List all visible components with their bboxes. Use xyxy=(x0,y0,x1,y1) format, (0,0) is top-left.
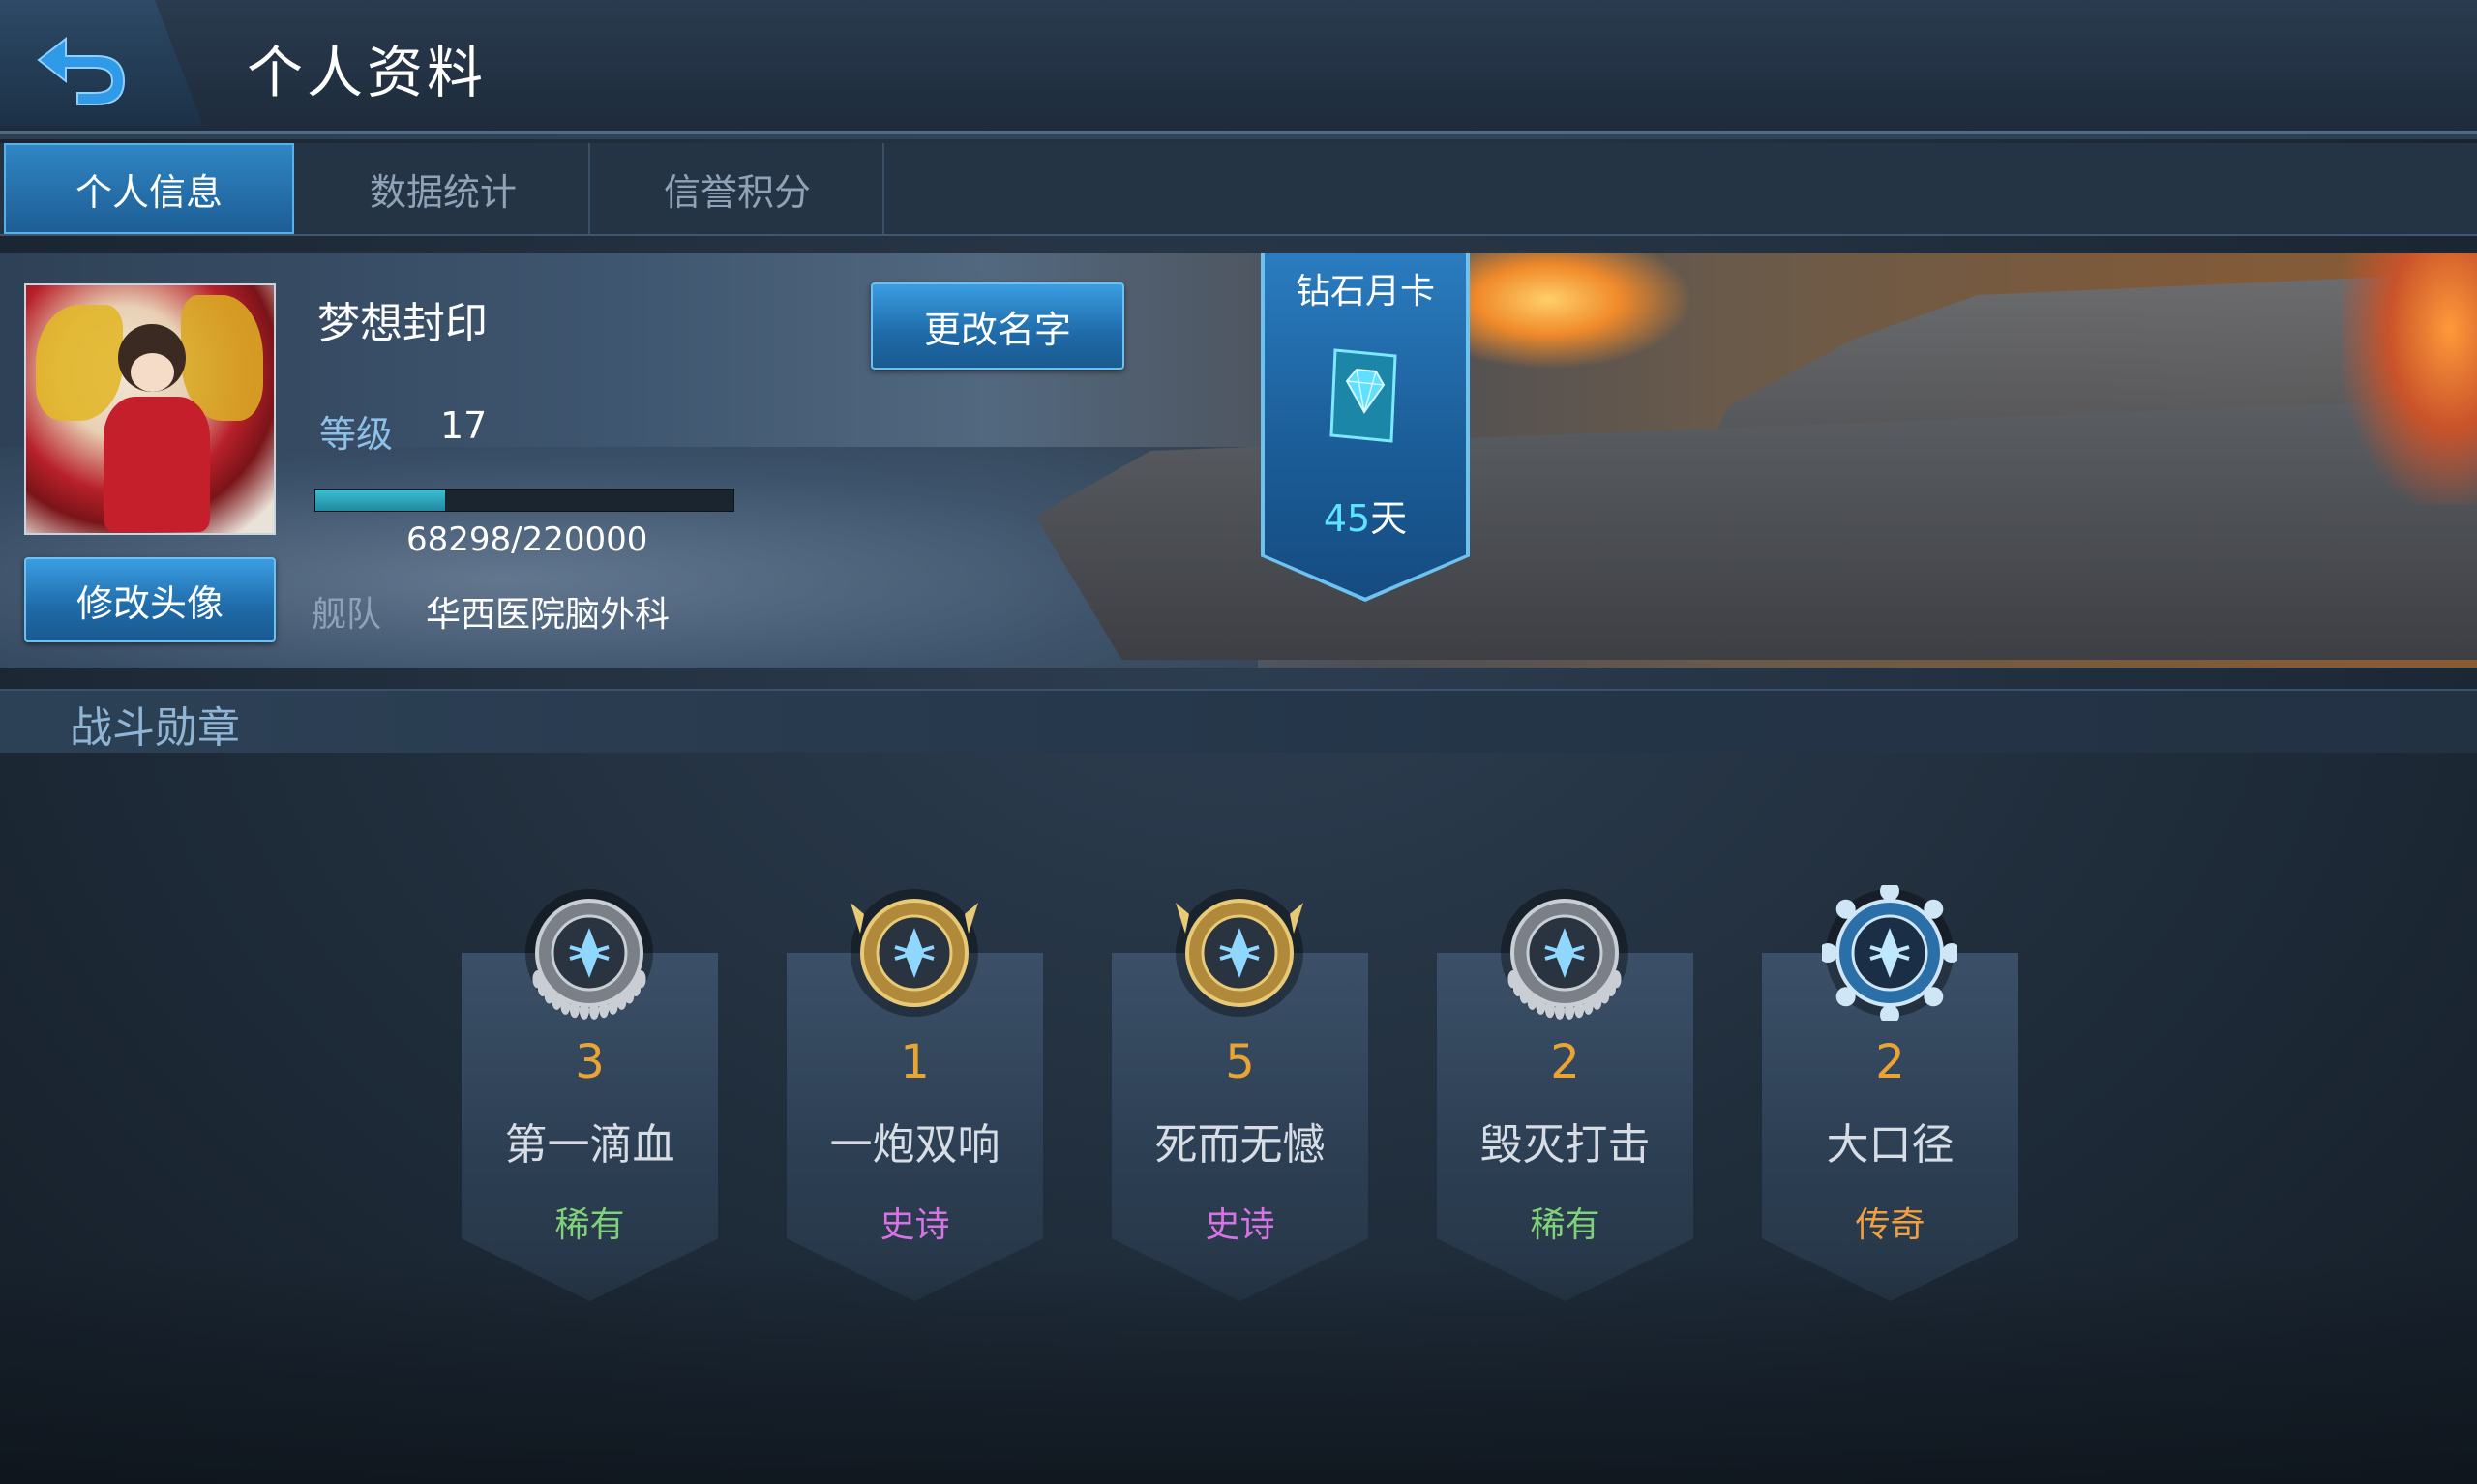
page-title: 个人资料 xyxy=(247,40,488,105)
medal-card[interactable]: 2 大口径 传奇 xyxy=(1762,881,2018,1301)
tab-personal-info[interactable]: 个人信息 xyxy=(4,143,294,234)
medal-rarity: 史诗 xyxy=(880,1205,950,1245)
battleship-hull xyxy=(1035,399,2477,660)
tab-bar: 个人信息 数据统计 信誉积分 xyxy=(0,143,2477,236)
back-button[interactable] xyxy=(27,21,134,108)
medals-section-title: 战斗勋章 xyxy=(70,703,240,753)
back-arrow-icon xyxy=(37,36,126,105)
first-blood-medal-icon xyxy=(522,885,657,1021)
medal-name: 一炮双响 xyxy=(829,1120,1000,1170)
medal-rarity: 史诗 xyxy=(1205,1205,1275,1245)
explosion-fire xyxy=(2342,253,2477,505)
edit-avatar-button[interactable]: 修改头像 xyxy=(24,557,276,642)
diamond-card-icon xyxy=(1316,342,1413,449)
diamond-card-days-unit: 天 xyxy=(1370,497,1408,540)
fleet-label: 舰队 xyxy=(312,595,382,635)
xp-progress-fill xyxy=(315,490,445,511)
level-label: 等级 xyxy=(319,413,394,456)
rename-button[interactable]: 更改名字 xyxy=(871,282,1124,370)
medal-card[interactable]: 5 死而无憾 史诗 xyxy=(1112,885,1368,1301)
medal-rarity: 稀有 xyxy=(1530,1205,1600,1245)
bottom-shade xyxy=(0,1258,2477,1484)
medal-name: 死而无憾 xyxy=(1154,1120,1326,1170)
medal-count: 1 xyxy=(900,1035,930,1089)
medal-rarity: 传奇 xyxy=(1855,1205,1925,1245)
username: 梦想封印 xyxy=(317,299,488,348)
large-caliber-medal-icon xyxy=(1818,881,1961,1024)
medal-count: 3 xyxy=(575,1035,605,1089)
cannon-fire xyxy=(1451,253,1693,370)
medal-count: 2 xyxy=(1875,1035,1905,1089)
tab-reputation[interactable]: 信誉积分 xyxy=(592,143,884,234)
xp-progress-bar xyxy=(314,489,734,512)
medal-card[interactable]: 3 第一滴血 稀有 xyxy=(462,885,718,1301)
double-shot-medal-icon xyxy=(847,885,982,1021)
medal-card[interactable]: 1 一炮双响 史诗 xyxy=(787,885,1043,1301)
tab-statistics[interactable]: 数据统计 xyxy=(298,143,590,234)
medal-name: 毁灭打击 xyxy=(1479,1120,1651,1170)
medals-section-header xyxy=(0,689,2477,753)
level-value: 17 xyxy=(440,404,488,447)
no-regret-medal-icon xyxy=(1172,885,1307,1021)
diamond-card-days: 45天 xyxy=(1261,489,1470,542)
fleet-name: 华西医院脑外科 xyxy=(426,595,671,635)
medal-count: 2 xyxy=(1550,1035,1580,1089)
diamond-card-title: 钻石月卡 xyxy=(1295,272,1435,312)
medal-rarity: 稀有 xyxy=(554,1205,625,1245)
diamond-card-days-number: 45 xyxy=(1323,497,1371,540)
xp-text: 68298/220000 xyxy=(406,520,648,559)
medal-card[interactable]: 2 毁灭打击 稀有 xyxy=(1437,885,1693,1301)
avatar xyxy=(24,283,276,535)
medal-count: 5 xyxy=(1225,1035,1255,1089)
medal-name: 大口径 xyxy=(1826,1120,1955,1170)
destruction-strike-medal-icon xyxy=(1497,885,1632,1021)
medal-name: 第一滴血 xyxy=(504,1120,675,1170)
